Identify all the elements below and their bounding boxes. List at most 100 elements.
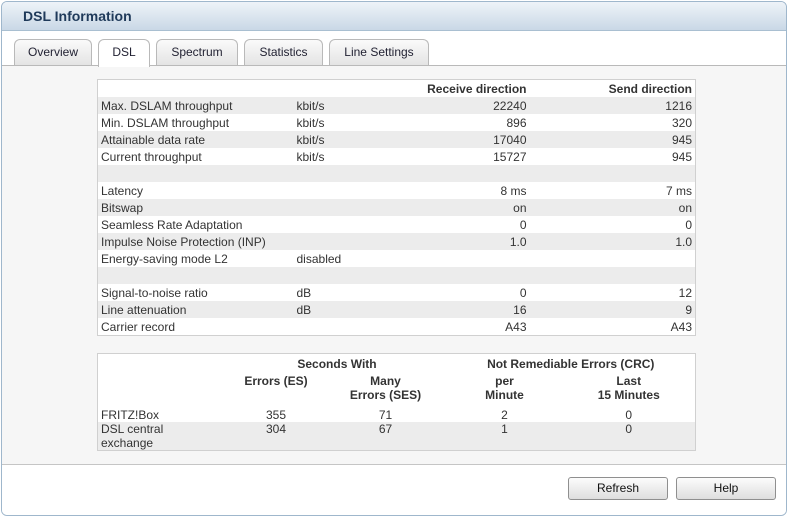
- row-unit: [293, 165, 414, 182]
- table-row: Current throughput kbit/s 15727 945: [98, 148, 696, 165]
- row-label: Latency: [101, 183, 144, 198]
- send-value: [530, 250, 696, 267]
- row-label: Bitswap: [97, 199, 294, 216]
- row-label: Impulse Noise Protection (INP): [97, 233, 294, 250]
- row-label: Seamless Rate Adaptation: [101, 217, 243, 232]
- last-15-minutes-header: Last 15 Minutes: [597, 373, 660, 402]
- send-value: [529, 165, 696, 182]
- table-row: Line attenuation dB 16 9: [97, 301, 696, 318]
- receive-value: 17040: [413, 131, 530, 148]
- table-row: Max. DSLAM throughput kbit/s 22240 1216: [97, 97, 696, 114]
- receive-value: 22240: [413, 97, 530, 114]
- help-button[interactable]: Help: [676, 477, 776, 500]
- last-15-minutes-value: 0: [562, 421, 696, 450]
- table-row: Signal-to-noise ratio dB 0 12: [98, 284, 696, 301]
- send-value: 945: [529, 131, 696, 148]
- table-row: [97, 267, 696, 284]
- table-row: Bitswap on on: [97, 199, 696, 216]
- row-unit: [294, 216, 414, 233]
- row-label: DSL central exchange: [97, 421, 228, 450]
- dsl-content-panel: Receive direction Send direction Max. DS…: [2, 66, 786, 465]
- send-value: 945: [671, 149, 692, 164]
- receive-direction-header: Receive direction: [427, 81, 527, 96]
- tab-spectrum[interactable]: Spectrum: [156, 39, 238, 65]
- receive-value: A43: [505, 319, 527, 334]
- receive-value: 0: [519, 217, 527, 232]
- row-unit: disabled: [296, 251, 342, 266]
- send-value: on: [529, 199, 696, 216]
- row-unit: [293, 233, 414, 250]
- table-row: Attainable data rate kbit/s 17040 945: [97, 131, 696, 148]
- title-bar: DSL Information: [2, 2, 786, 31]
- send-value: 0: [685, 217, 692, 232]
- table-row: [97, 165, 696, 182]
- es-header: Errors (ES): [244, 373, 308, 388]
- dsl-values-table: Receive direction Send direction Max. DS…: [97, 79, 696, 336]
- tab-overview[interactable]: Overview: [14, 39, 92, 65]
- row-label: [97, 267, 294, 284]
- table-row: Latency 8 ms 7 ms: [98, 182, 696, 199]
- last-15-minutes-value: 0: [625, 407, 633, 422]
- row-unit: [294, 318, 414, 336]
- send-value: [529, 267, 696, 284]
- receive-value: 896: [506, 115, 527, 130]
- send-value: 7 ms: [665, 183, 692, 198]
- row-unit: kbit/s: [293, 97, 414, 114]
- receive-value: [413, 267, 530, 284]
- per-minute-value: 1: [446, 421, 563, 450]
- per-minute-value: 2: [501, 407, 508, 422]
- window-title: DSL Information: [23, 8, 132, 24]
- es-value: 355: [265, 407, 287, 422]
- receive-value: 15727: [493, 149, 527, 164]
- button-bar: Refresh Help: [2, 464, 786, 515]
- row-label: Carrier record: [101, 319, 176, 334]
- ses-value: 71: [378, 407, 393, 422]
- row-label: Energy-saving mode L2: [101, 251, 228, 266]
- table-row: DSL central exchange 304 67 1 0: [97, 421, 696, 450]
- row-unit: [293, 267, 414, 284]
- crc-header: Not Remediable Errors (CRC): [487, 356, 655, 371]
- es-value: 304: [227, 421, 325, 450]
- send-direction-header: Send direction: [608, 81, 692, 96]
- row-unit: [294, 182, 414, 199]
- row-label: Attainable data rate: [97, 131, 294, 148]
- table-row: Min. DSLAM throughput kbit/s 896 320: [98, 114, 696, 131]
- seconds-with-header: Seconds With: [297, 356, 377, 371]
- table-row: Energy-saving mode L2 disabled: [98, 250, 696, 267]
- row-unit: dB: [293, 301, 414, 318]
- send-value: 1.0: [529, 233, 696, 250]
- send-value: 9: [529, 301, 696, 318]
- receive-value: 1.0: [413, 233, 530, 250]
- row-label: Max. DSLAM throughput: [97, 97, 294, 114]
- row-label: Signal-to-noise ratio: [101, 285, 208, 300]
- row-label: Min. DSLAM throughput: [101, 115, 230, 130]
- table-row: FRITZ!Box 355 71 2 0: [98, 408, 696, 422]
- tab-dsl[interactable]: DSL: [98, 39, 150, 67]
- tab-statistics[interactable]: Statistics: [244, 39, 323, 65]
- table-row: Seamless Rate Adaptation 0 0: [98, 216, 696, 233]
- tab-line-settings[interactable]: Line Settings: [329, 39, 429, 65]
- error-statistics-table: Seconds With Not Remediable Errors (CRC)…: [97, 353, 696, 451]
- per-minute-header: per Minute: [485, 373, 524, 402]
- ses-value: 67: [324, 421, 447, 450]
- send-value: A43: [670, 319, 692, 334]
- receive-value: 16: [413, 301, 530, 318]
- dsl-information-window: DSL Information Overview DSL Spectrum St…: [1, 1, 787, 516]
- receive-value: [414, 250, 530, 267]
- row-label: FRITZ!Box: [101, 407, 160, 422]
- table-row: Impulse Noise Protection (INP) 1.0 1.0: [97, 233, 696, 250]
- row-label: Line attenuation: [97, 301, 294, 318]
- refresh-button[interactable]: Refresh: [568, 477, 668, 500]
- row-unit: [293, 199, 414, 216]
- receive-value: on: [413, 199, 530, 216]
- row-unit: dB: [296, 285, 312, 300]
- receive-value: 8 ms: [500, 183, 527, 198]
- send-value: 1216: [529, 97, 696, 114]
- row-unit: kbit/s: [296, 149, 325, 164]
- send-value: 12: [678, 285, 692, 300]
- ses-header: Many Errors (SES): [349, 373, 422, 402]
- receive-value: [413, 165, 530, 182]
- row-label: Current throughput: [101, 149, 202, 164]
- row-label: [97, 165, 294, 182]
- receive-value: 0: [519, 285, 527, 300]
